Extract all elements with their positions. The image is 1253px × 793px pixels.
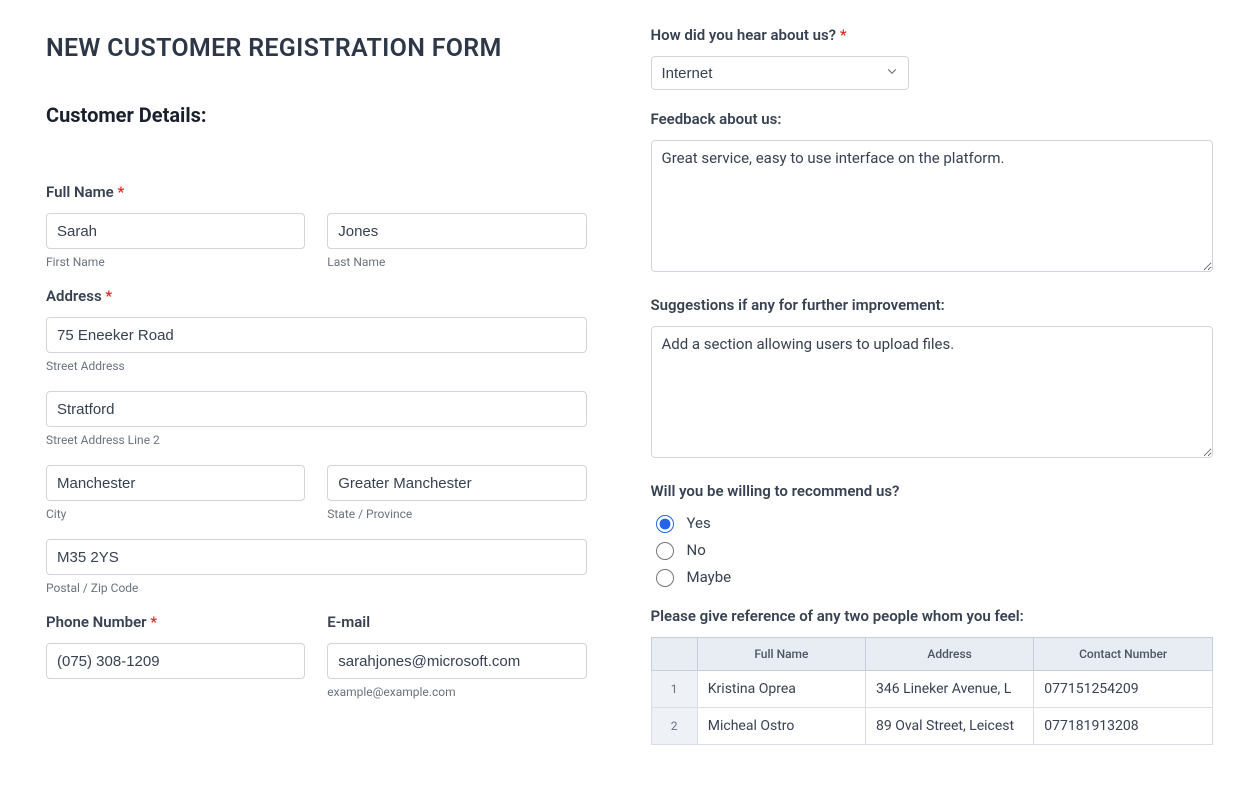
feedback-label: Feedback about us: bbox=[651, 110, 1214, 128]
recommend-no-radio[interactable] bbox=[656, 542, 674, 560]
recommend-maybe-label[interactable]: Maybe bbox=[687, 568, 732, 586]
references-header-name: Full Name bbox=[697, 638, 865, 671]
page-title: NEW CUSTOMER REGISTRATION FORM bbox=[46, 34, 587, 63]
full-name-label: Full Name * bbox=[46, 183, 587, 201]
reference-address-cell[interactable]: 89 Oval Street, Leicest bbox=[866, 708, 1034, 745]
references-table: Full Name Address Contact Number 1 Krist… bbox=[651, 637, 1214, 745]
section-heading-customer-details: Customer Details: bbox=[46, 103, 587, 127]
phone-input[interactable] bbox=[46, 643, 305, 679]
reference-address-cell[interactable]: 346 Lineker Avenue, L bbox=[866, 671, 1034, 708]
table-row: 2 Micheal Ostro 89 Oval Street, Leicest … bbox=[651, 708, 1213, 745]
hear-about-label: How did you hear about us? * bbox=[651, 26, 1214, 44]
recommend-maybe-radio[interactable] bbox=[656, 569, 674, 587]
first-name-sublabel: First Name bbox=[46, 255, 305, 269]
street-address-2-input[interactable] bbox=[46, 391, 587, 427]
email-input[interactable] bbox=[327, 643, 586, 679]
references-header-contact: Contact Number bbox=[1034, 638, 1213, 671]
state-sublabel: State / Province bbox=[327, 507, 586, 521]
reference-name-cell[interactable]: Kristina Oprea bbox=[697, 671, 865, 708]
first-name-input[interactable] bbox=[46, 213, 305, 249]
recommend-no-label[interactable]: No bbox=[687, 541, 706, 559]
hear-about-select[interactable]: Internet bbox=[651, 56, 909, 90]
email-label: E-mail bbox=[327, 613, 586, 631]
postal-code-sublabel: Postal / Zip Code bbox=[46, 581, 587, 595]
row-number: 2 bbox=[651, 708, 697, 745]
phone-label: Phone Number * bbox=[46, 613, 305, 631]
state-input[interactable] bbox=[327, 465, 586, 501]
recommend-label: Will you be willing to recommend us? bbox=[651, 482, 1214, 500]
street-address-2-sublabel: Street Address Line 2 bbox=[46, 433, 587, 447]
reference-name-cell[interactable]: Micheal Ostro bbox=[697, 708, 865, 745]
street-address-input[interactable] bbox=[46, 317, 587, 353]
last-name-input[interactable] bbox=[327, 213, 586, 249]
reference-contact-cell[interactable]: 077181913208 bbox=[1034, 708, 1213, 745]
recommend-yes-radio[interactable] bbox=[656, 515, 674, 533]
address-label: Address * bbox=[46, 287, 587, 305]
feedback-textarea[interactable] bbox=[651, 140, 1214, 272]
postal-code-input[interactable] bbox=[46, 539, 587, 575]
email-sublabel: example@example.com bbox=[327, 685, 586, 699]
references-label: Please give reference of any two people … bbox=[651, 607, 1214, 625]
reference-contact-cell[interactable]: 077151254209 bbox=[1034, 671, 1213, 708]
row-number: 1 bbox=[651, 671, 697, 708]
table-row: 1 Kristina Oprea 346 Lineker Avenue, L 0… bbox=[651, 671, 1213, 708]
suggestions-label: Suggestions if any for further improveme… bbox=[651, 296, 1214, 314]
city-sublabel: City bbox=[46, 507, 305, 521]
references-header-blank bbox=[651, 638, 697, 671]
suggestions-textarea[interactable] bbox=[651, 326, 1214, 458]
last-name-sublabel: Last Name bbox=[327, 255, 586, 269]
city-input[interactable] bbox=[46, 465, 305, 501]
references-header-address: Address bbox=[866, 638, 1034, 671]
recommend-yes-label[interactable]: Yes bbox=[687, 514, 711, 532]
street-address-sublabel: Street Address bbox=[46, 359, 587, 373]
